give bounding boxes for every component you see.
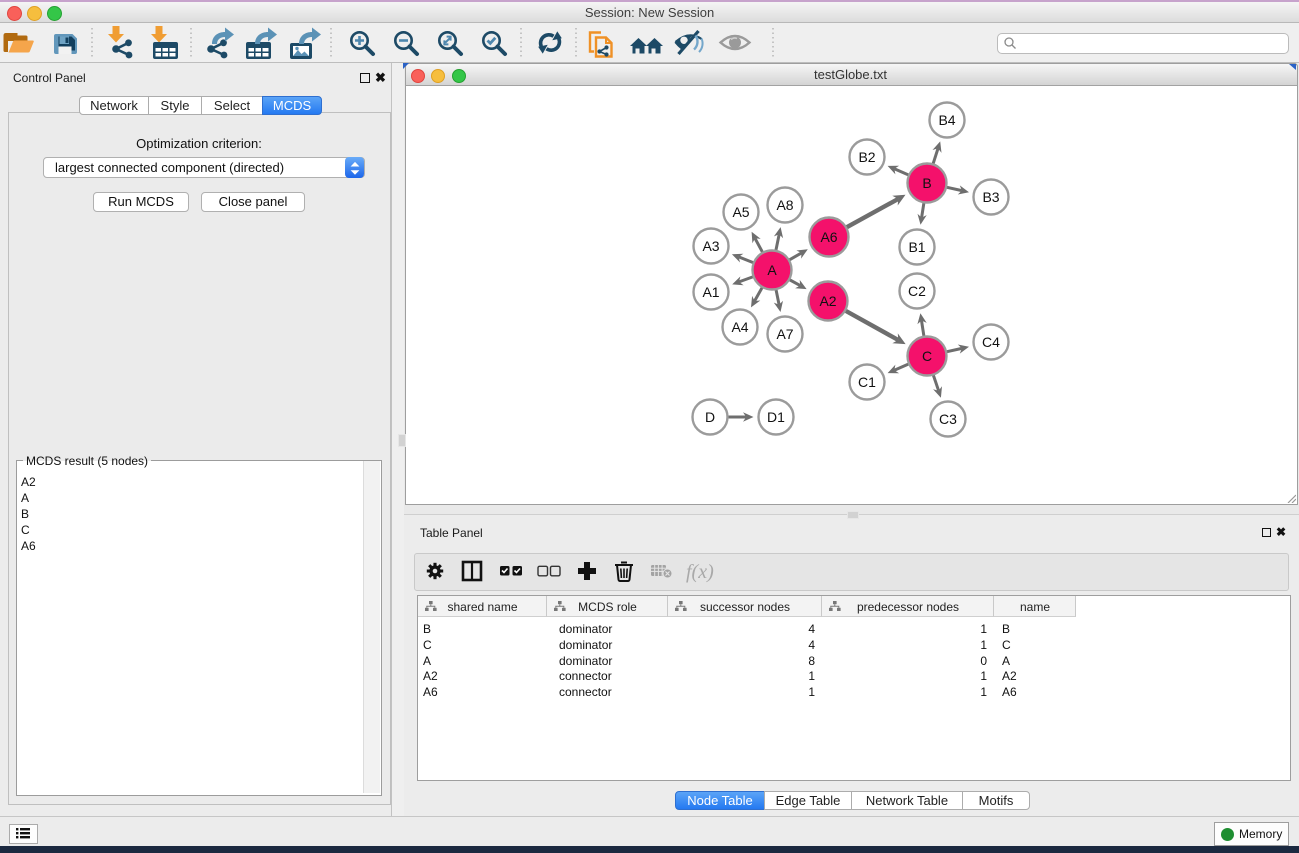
svg-text:B3: B3 xyxy=(982,189,999,205)
svg-text:A6: A6 xyxy=(820,229,837,245)
svg-text:A4: A4 xyxy=(731,319,748,335)
svg-text:D: D xyxy=(705,409,715,425)
svg-text:C4: C4 xyxy=(982,334,1000,350)
svg-text:A2: A2 xyxy=(819,293,836,309)
svg-text:C1: C1 xyxy=(858,374,876,390)
svg-text:A: A xyxy=(767,262,777,278)
svg-text:B4: B4 xyxy=(938,112,955,128)
svg-text:B: B xyxy=(922,175,931,191)
svg-text:A1: A1 xyxy=(702,284,719,300)
svg-text:f(x): f(x) xyxy=(686,561,714,583)
svg-text:A8: A8 xyxy=(776,197,793,213)
svg-text:A7: A7 xyxy=(776,326,793,342)
svg-text:D1: D1 xyxy=(767,409,785,425)
svg-text:B2: B2 xyxy=(858,149,875,165)
svg-text:C2: C2 xyxy=(908,283,926,299)
svg-text:B1: B1 xyxy=(908,239,925,255)
svg-text:C3: C3 xyxy=(939,411,957,427)
svg-text:C: C xyxy=(922,348,932,364)
svg-text:A3: A3 xyxy=(702,238,719,254)
svg-text:A5: A5 xyxy=(732,204,749,220)
